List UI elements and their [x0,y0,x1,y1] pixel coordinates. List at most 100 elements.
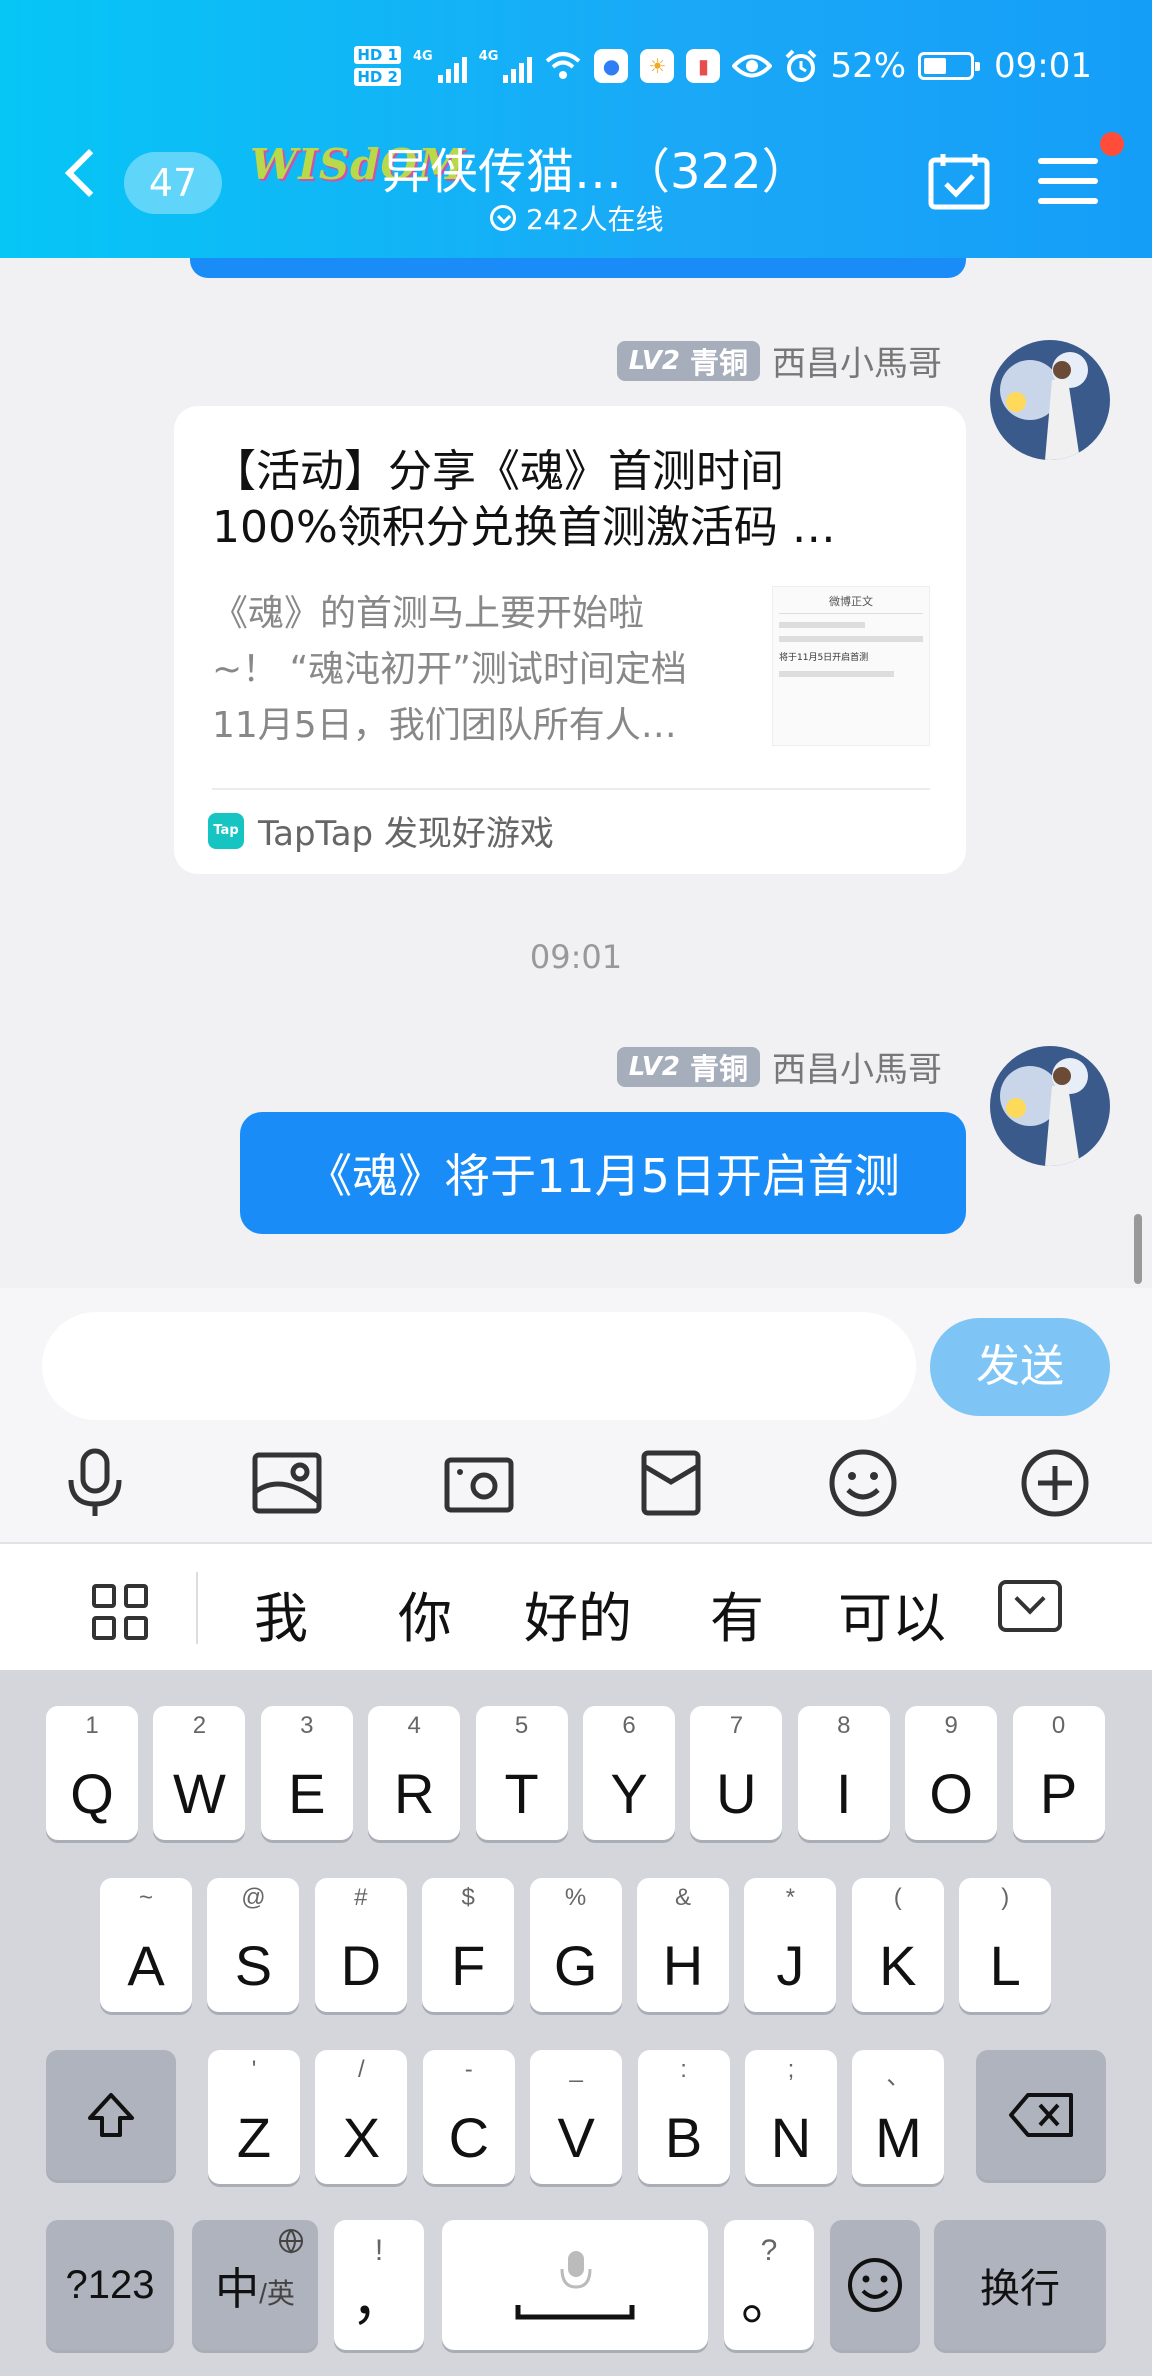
message-bubble[interactable]: 《魂》将于11月5日开启首测 [240,1112,966,1234]
key-g[interactable]: % G [529,1878,622,2012]
battery-icon [918,52,981,80]
key-label: C [448,2106,490,2169]
key-label: H [662,1934,704,1997]
key-l[interactable]: ) L [959,1878,1052,2012]
keyboard-menu-icon[interactable] [92,1584,148,1640]
group-title[interactable]: 异侠传猫…（322） [382,132,810,202]
suggestion-word[interactable]: 可以 [838,1574,946,1653]
book-icon: ▮ [686,49,721,83]
suggestion-word[interactable]: 好的 [524,1574,632,1653]
more-button[interactable] [1010,1438,1100,1528]
suggestion-word[interactable]: 我 [254,1574,308,1653]
avatar-image [990,1046,1110,1166]
red-packet-button[interactable] [626,1438,716,1528]
key-z[interactable]: ' Z [208,2050,300,2184]
key-v[interactable]: _ V [530,2050,623,2184]
period-key[interactable]: ? 。 [724,2220,814,2350]
image-button[interactable] [242,1438,332,1528]
key-secondary-label: _ [569,2056,583,2083]
avatar[interactable] [990,1046,1110,1166]
suggestion-word[interactable]: 有 [710,1574,764,1653]
key-p[interactable]: 0P [1012,1706,1105,1840]
key-k[interactable]: (K [851,1878,944,2012]
scrollbar[interactable] [1134,1214,1142,1284]
emoji-button[interactable] [818,1438,908,1528]
sender-name[interactable]: 西昌小馬哥 [772,336,942,385]
key-secondary-label: @ [241,1884,266,1911]
sender-name[interactable]: 西昌小馬哥 [772,1042,942,1091]
key-r[interactable]: 4R [368,1706,461,1840]
keyboard: 1Q2W3E4R5T6Y7U8I9O0P ~ A @ S # D $ F% G & H * J(K) L … [0,1670,1152,2376]
space-key[interactable] [442,2220,708,2350]
avatar[interactable] [990,340,1110,460]
camera-button[interactable] [434,1438,524,1528]
key-i[interactable]: 8I [797,1706,890,1840]
taptap-icon: Tap [208,812,244,849]
previous-message-bubble[interactable] [190,258,966,278]
keyboard-collapse-icon[interactable] [998,1580,1062,1632]
unread-count-badge[interactable]: 47 [124,152,222,214]
key-label: Q [70,1762,114,1825]
key-n[interactable]: ; N [745,2050,837,2184]
key-secondary-label: 2 [192,1712,207,1739]
key-label: S [234,1934,273,1997]
key-secondary-label: % [564,1884,587,1911]
key-w[interactable]: 2W [153,1706,246,1840]
key-secondary-label: 3 [300,1712,314,1739]
calendar-button[interactable] [928,152,990,210]
signal-icon: 4G [413,49,467,83]
avatar-image [990,340,1110,460]
key-t[interactable]: 5T [475,1706,568,1840]
back-button[interactable] [60,148,114,198]
app-notification-icon: ● [594,49,629,83]
lang-main: 中 [215,2265,260,2314]
message-input[interactable] [42,1312,916,1420]
numbers-key[interactable]: ?123 [46,2220,174,2350]
thumbnail-line [779,622,866,628]
clock: 09:01 [994,46,1092,86]
chat-area[interactable]: LV2 青铜 西昌小馬哥 【活动】分享《魂》首测时间 100%领积分兑换首测激活… [0,258,1152,1288]
key-y[interactable]: 6Y [583,1706,675,1840]
battery-percent: 52% [830,46,907,86]
sender-row: LV2 青铜 西昌小馬哥 [616,336,942,385]
language-key[interactable]: 中/英 [192,2220,318,2350]
shift-key[interactable] [46,2050,176,2180]
key-secondary-label: ' [251,2056,257,2083]
key-label: K [879,1934,917,1997]
key-b[interactable]: :B [637,2050,730,2184]
key-c[interactable]: -C [422,2050,515,2184]
shared-link-card[interactable]: 【活动】分享《魂》首测时间 100%领积分兑换首测激活码 … 《魂》的首测马上要… [174,406,966,874]
key-h[interactable]: & H [637,1878,729,2012]
online-status[interactable]: 242人在线 [490,198,663,238]
numbers-key-label: ?123 [65,2262,155,2307]
thumbnail-title: 微博正文 [779,593,923,614]
emoji-icon [829,1449,897,1517]
send-button[interactable]: 发送 [930,1318,1110,1416]
key-e[interactable]: 3E [260,1706,353,1840]
key-secondary-label: ~ [138,1884,153,1911]
key-u[interactable]: 7U [690,1706,783,1840]
comma-key[interactable]: ! ， [334,2220,424,2350]
backspace-key[interactable] [976,2050,1106,2180]
key-x[interactable]: / X [315,2050,408,2184]
key-f[interactable]: $ F [422,1878,515,2012]
key-o[interactable]: 9O [905,1706,998,1840]
key-q[interactable]: 1Q [46,1706,138,1840]
emoji-key[interactable] [830,2220,920,2350]
key-label: P [1039,1762,1078,1825]
level-text: LV2 [628,1051,680,1082]
key-label: D [340,1934,382,1997]
suggestion-word[interactable]: 你 [398,1574,452,1653]
menu-button[interactable] [1038,158,1098,208]
key-d[interactable]: # D [314,1878,407,2012]
rank-text: 青铜 [689,1051,748,1086]
key-m[interactable]: 、 M [852,2050,945,2184]
key-s[interactable]: @ S [207,1878,300,2012]
key-secondary-label: ( [893,1884,902,1911]
key-label: U [716,1762,757,1825]
network-type: 4G [413,49,433,64]
voice-button[interactable] [50,1438,140,1528]
key-a[interactable]: ~ A [100,1878,192,2012]
enter-key[interactable]: 换行 [934,2220,1106,2350]
key-j[interactable]: * J [744,1878,837,2012]
